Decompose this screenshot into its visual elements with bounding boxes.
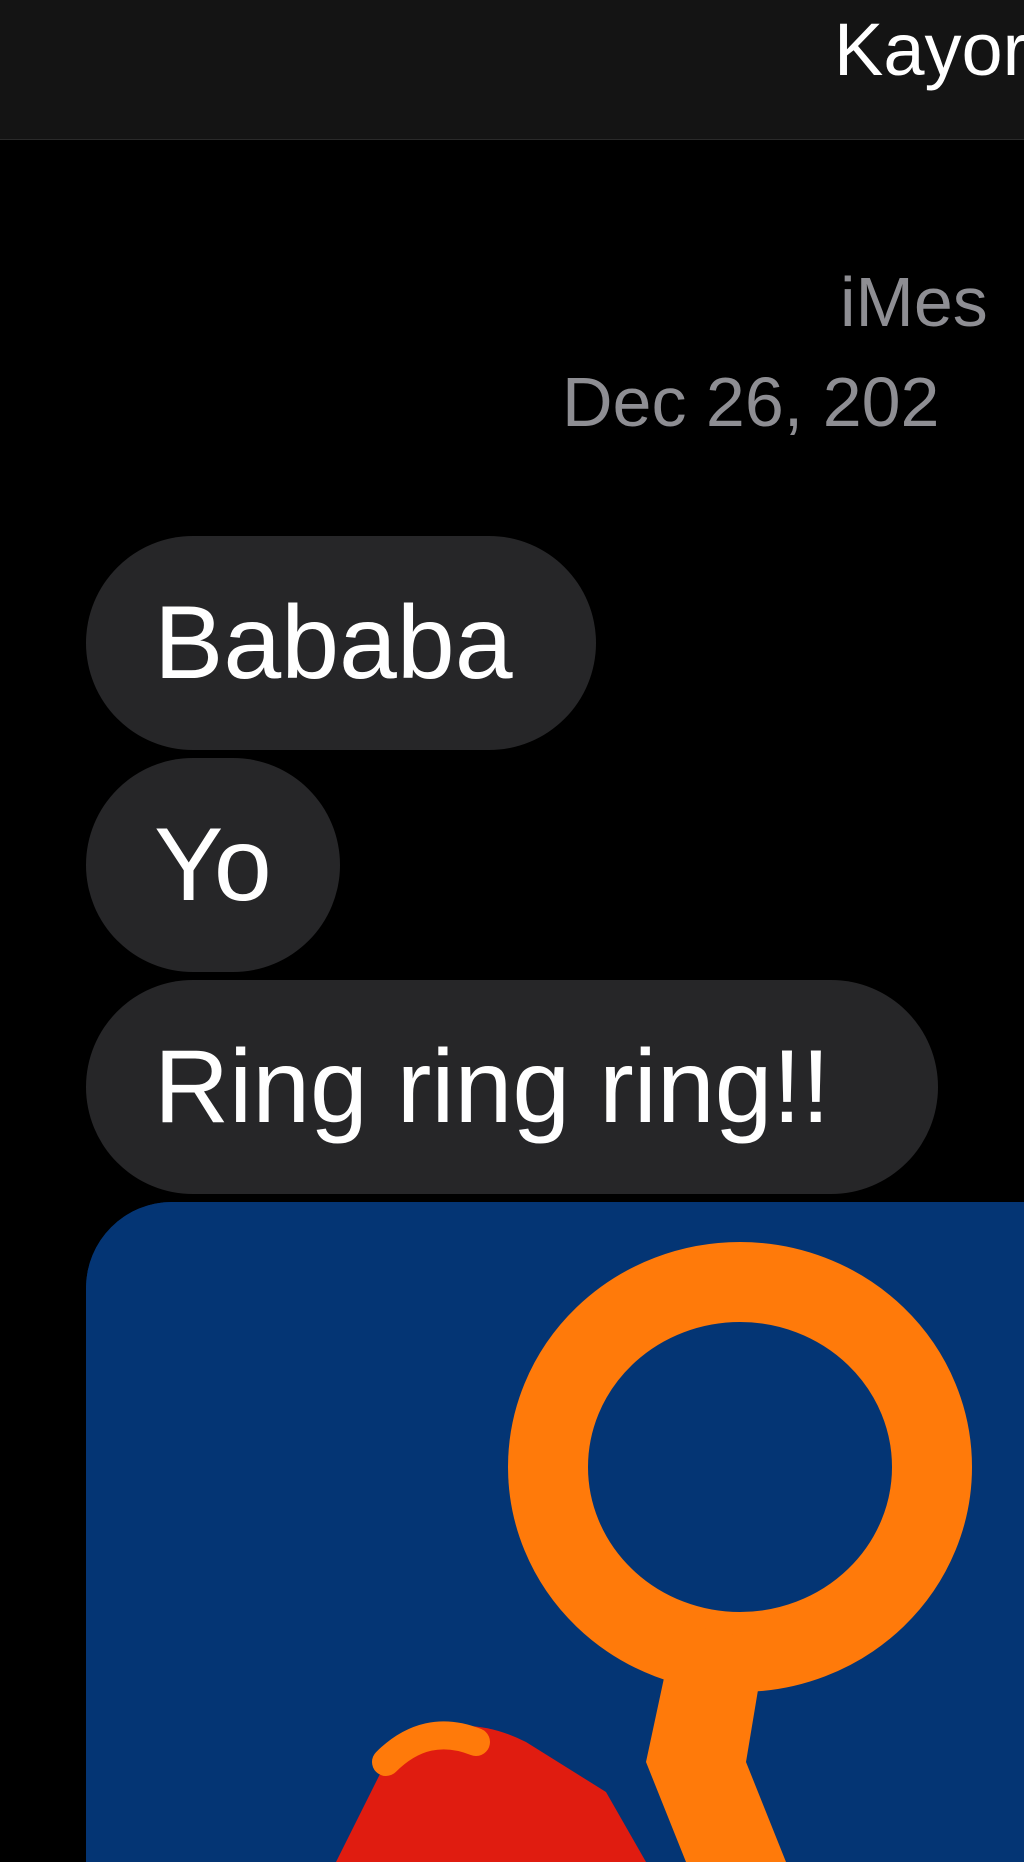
- message-text: Yo: [154, 807, 272, 923]
- image-attachment[interactable]: [86, 1202, 1024, 1862]
- service-label: iMes: [840, 263, 988, 341]
- conversation-timestamp: Dec 26, 202: [562, 363, 940, 441]
- message-text: Ring ring ring!!: [154, 1029, 831, 1145]
- conversation-header: Kayor: [0, 0, 1024, 140]
- contact-name[interactable]: Kayor: [834, 8, 1024, 92]
- incoming-message-bubble[interactable]: Ring ring ring!!: [86, 980, 938, 1194]
- stick-figure-drawing: [86, 1202, 1024, 1862]
- message-text: Bababa: [154, 585, 513, 701]
- incoming-message-bubble[interactable]: Yo: [86, 758, 340, 972]
- incoming-message-bubble[interactable]: Bababa: [86, 536, 596, 750]
